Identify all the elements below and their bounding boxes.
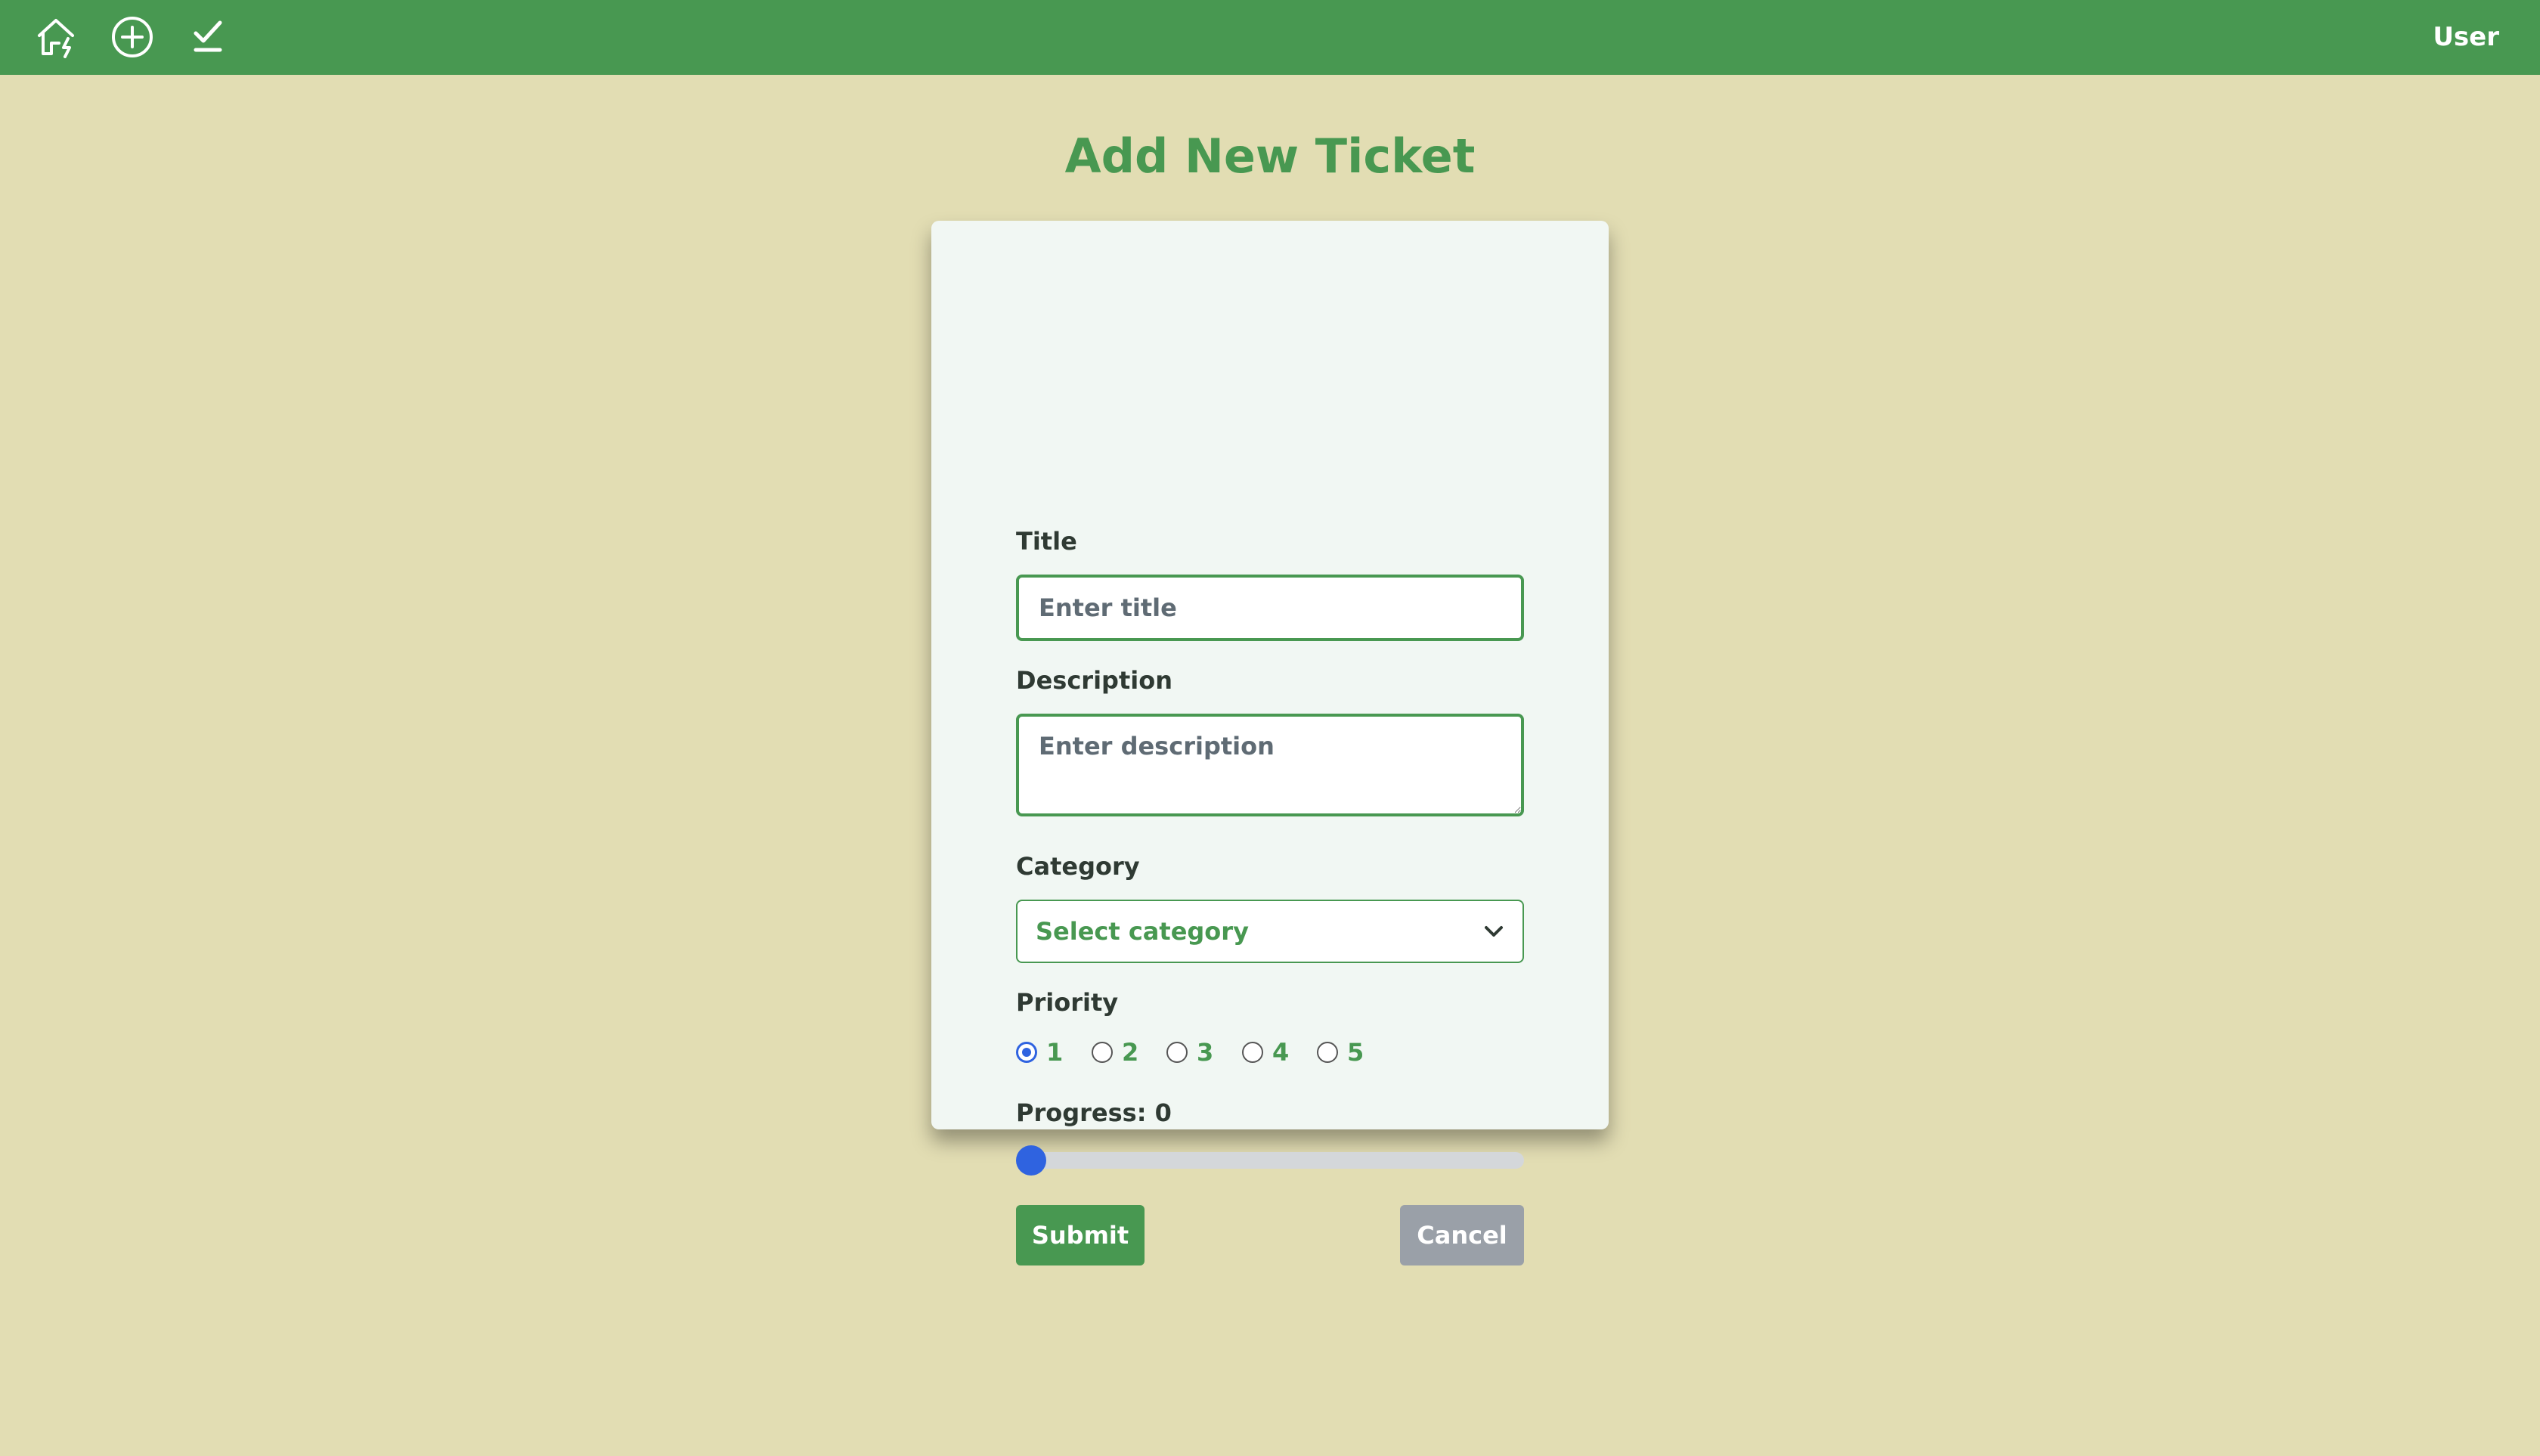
checkmark-icon[interactable] [185,14,232,60]
category-select[interactable]: Select category [1016,900,1524,963]
radio-label: 4 [1272,1038,1290,1067]
category-label: Category [1016,852,1140,881]
chevron-down-icon [1485,926,1503,937]
add-circle-icon[interactable] [109,14,156,60]
description-label: Description [1016,666,1172,695]
page-title: Add New Ticket [1064,129,1476,184]
radio-label: 3 [1197,1038,1214,1067]
priority-label: Priority [1016,988,1119,1017]
priority-option-5[interactable]: 5 [1317,1037,1364,1067]
radio-label: 1 [1046,1038,1064,1067]
priority-option-2[interactable]: 2 [1092,1037,1138,1067]
radio-button[interactable] [1016,1042,1037,1063]
category-selected-value: Select category [1036,917,1249,946]
home-icon[interactable] [33,14,79,60]
priority-option-3[interactable]: 3 [1166,1037,1213,1067]
submit-button[interactable]: Submit [1016,1205,1145,1265]
user-menu[interactable]: User [2433,0,2499,75]
slider-thumb[interactable] [1016,1145,1046,1176]
progress-label: Progress: 0 [1016,1098,1172,1127]
radio-label: 5 [1347,1038,1364,1067]
radio-button[interactable] [1242,1042,1263,1063]
top-navbar: User [0,0,2540,75]
radio-button[interactable] [1092,1042,1113,1063]
ticket-form-card: Title Description Category Select catego… [931,221,1609,1265]
description-textarea[interactable] [1016,714,1524,816]
progress-slider[interactable] [1016,1145,1524,1176]
title-label: Title [1016,527,1077,556]
radio-button[interactable] [1166,1042,1188,1063]
cancel-button[interactable]: Cancel [1400,1205,1524,1265]
priority-option-4[interactable]: 4 [1242,1037,1289,1067]
title-input[interactable] [1016,575,1524,641]
priority-option-1[interactable]: 1 [1016,1037,1063,1067]
radio-label: 2 [1122,1038,1139,1067]
radio-button[interactable] [1317,1042,1338,1063]
